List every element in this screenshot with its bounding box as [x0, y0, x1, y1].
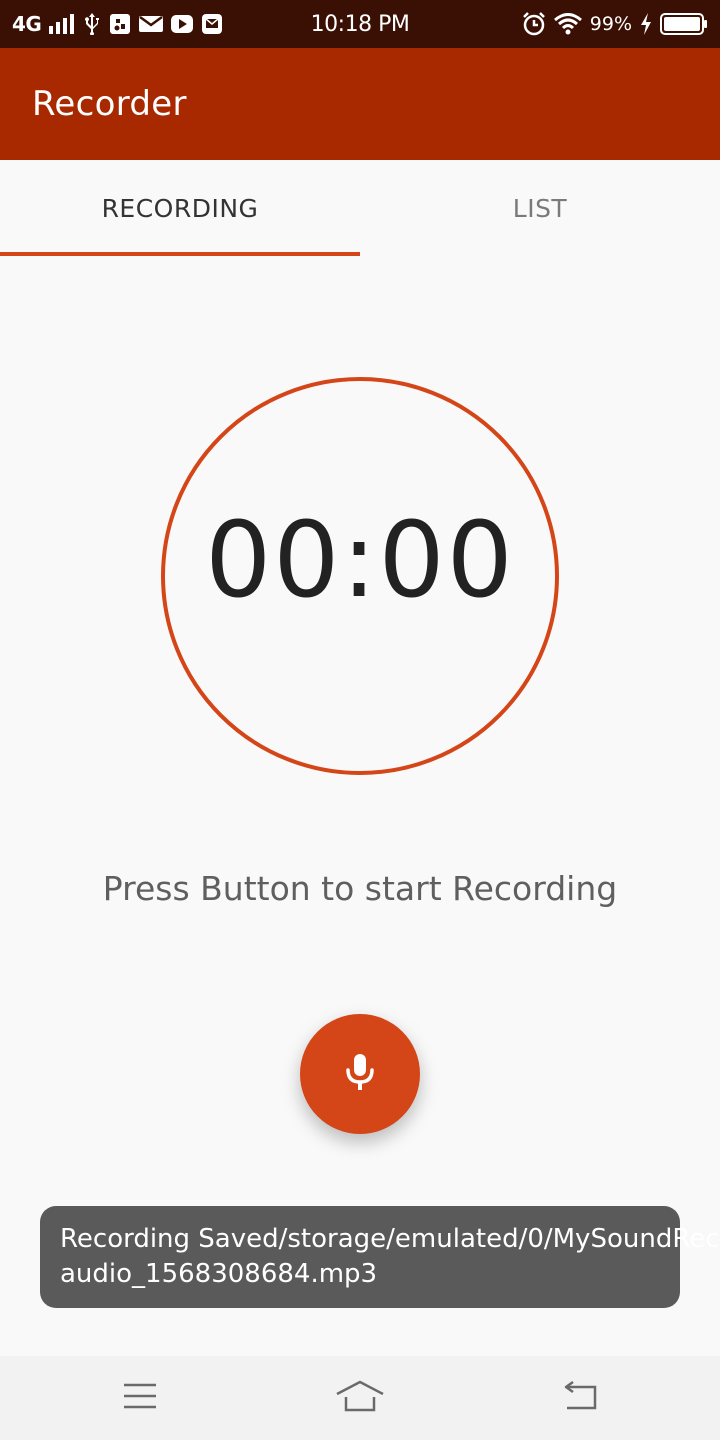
status-right-group: 99% — [522, 0, 708, 48]
charging-icon — [640, 13, 652, 35]
alarm-icon — [522, 12, 546, 36]
wifi-icon — [553, 13, 582, 35]
home-icon — [335, 1380, 385, 1416]
tab-recording[interactable]: RECORDING — [0, 160, 360, 256]
signal-icon — [49, 14, 75, 34]
app-title: Recorder — [32, 84, 187, 124]
battery-icon — [660, 13, 708, 35]
recording-hint: Press Button to start Recording — [102, 868, 618, 908]
timer-display: 00:00 — [205, 499, 515, 621]
nav-back-button[interactable] — [520, 1356, 640, 1440]
toast-line-2: audio_1568308684.mp3 — [60, 1259, 378, 1289]
status-bar: 4G 10:18 PM 99% — [0, 0, 720, 48]
youtube-icon — [171, 14, 194, 34]
toast-line-1: Recording Saved/storage/emulated/0/MySou… — [60, 1224, 720, 1254]
tab-list[interactable]: LIST — [360, 160, 720, 256]
menu-icon — [122, 1382, 158, 1414]
usb-icon — [83, 13, 101, 35]
microphone-icon — [344, 1052, 376, 1096]
system-nav-bar — [0, 1356, 720, 1440]
app-bar: Recorder — [0, 48, 720, 160]
battery-percent: 99% — [589, 13, 632, 35]
saved-toast: Recording Saved/storage/emulated/0/MySou… — [40, 1206, 720, 1308]
nav-home-button[interactable] — [300, 1356, 420, 1440]
status-left-group: 4G — [12, 0, 223, 48]
tab-bar: RECORDING LIST — [0, 160, 720, 256]
back-icon — [561, 1380, 599, 1415]
network-type: 4G — [12, 12, 42, 36]
nav-menu-button[interactable] — [80, 1356, 200, 1440]
message-icon — [201, 13, 223, 35]
mail-icon — [139, 14, 164, 34]
record-button[interactable] — [300, 1014, 420, 1134]
tab-indicator — [0, 252, 360, 256]
usb-debug-icon — [109, 13, 131, 35]
